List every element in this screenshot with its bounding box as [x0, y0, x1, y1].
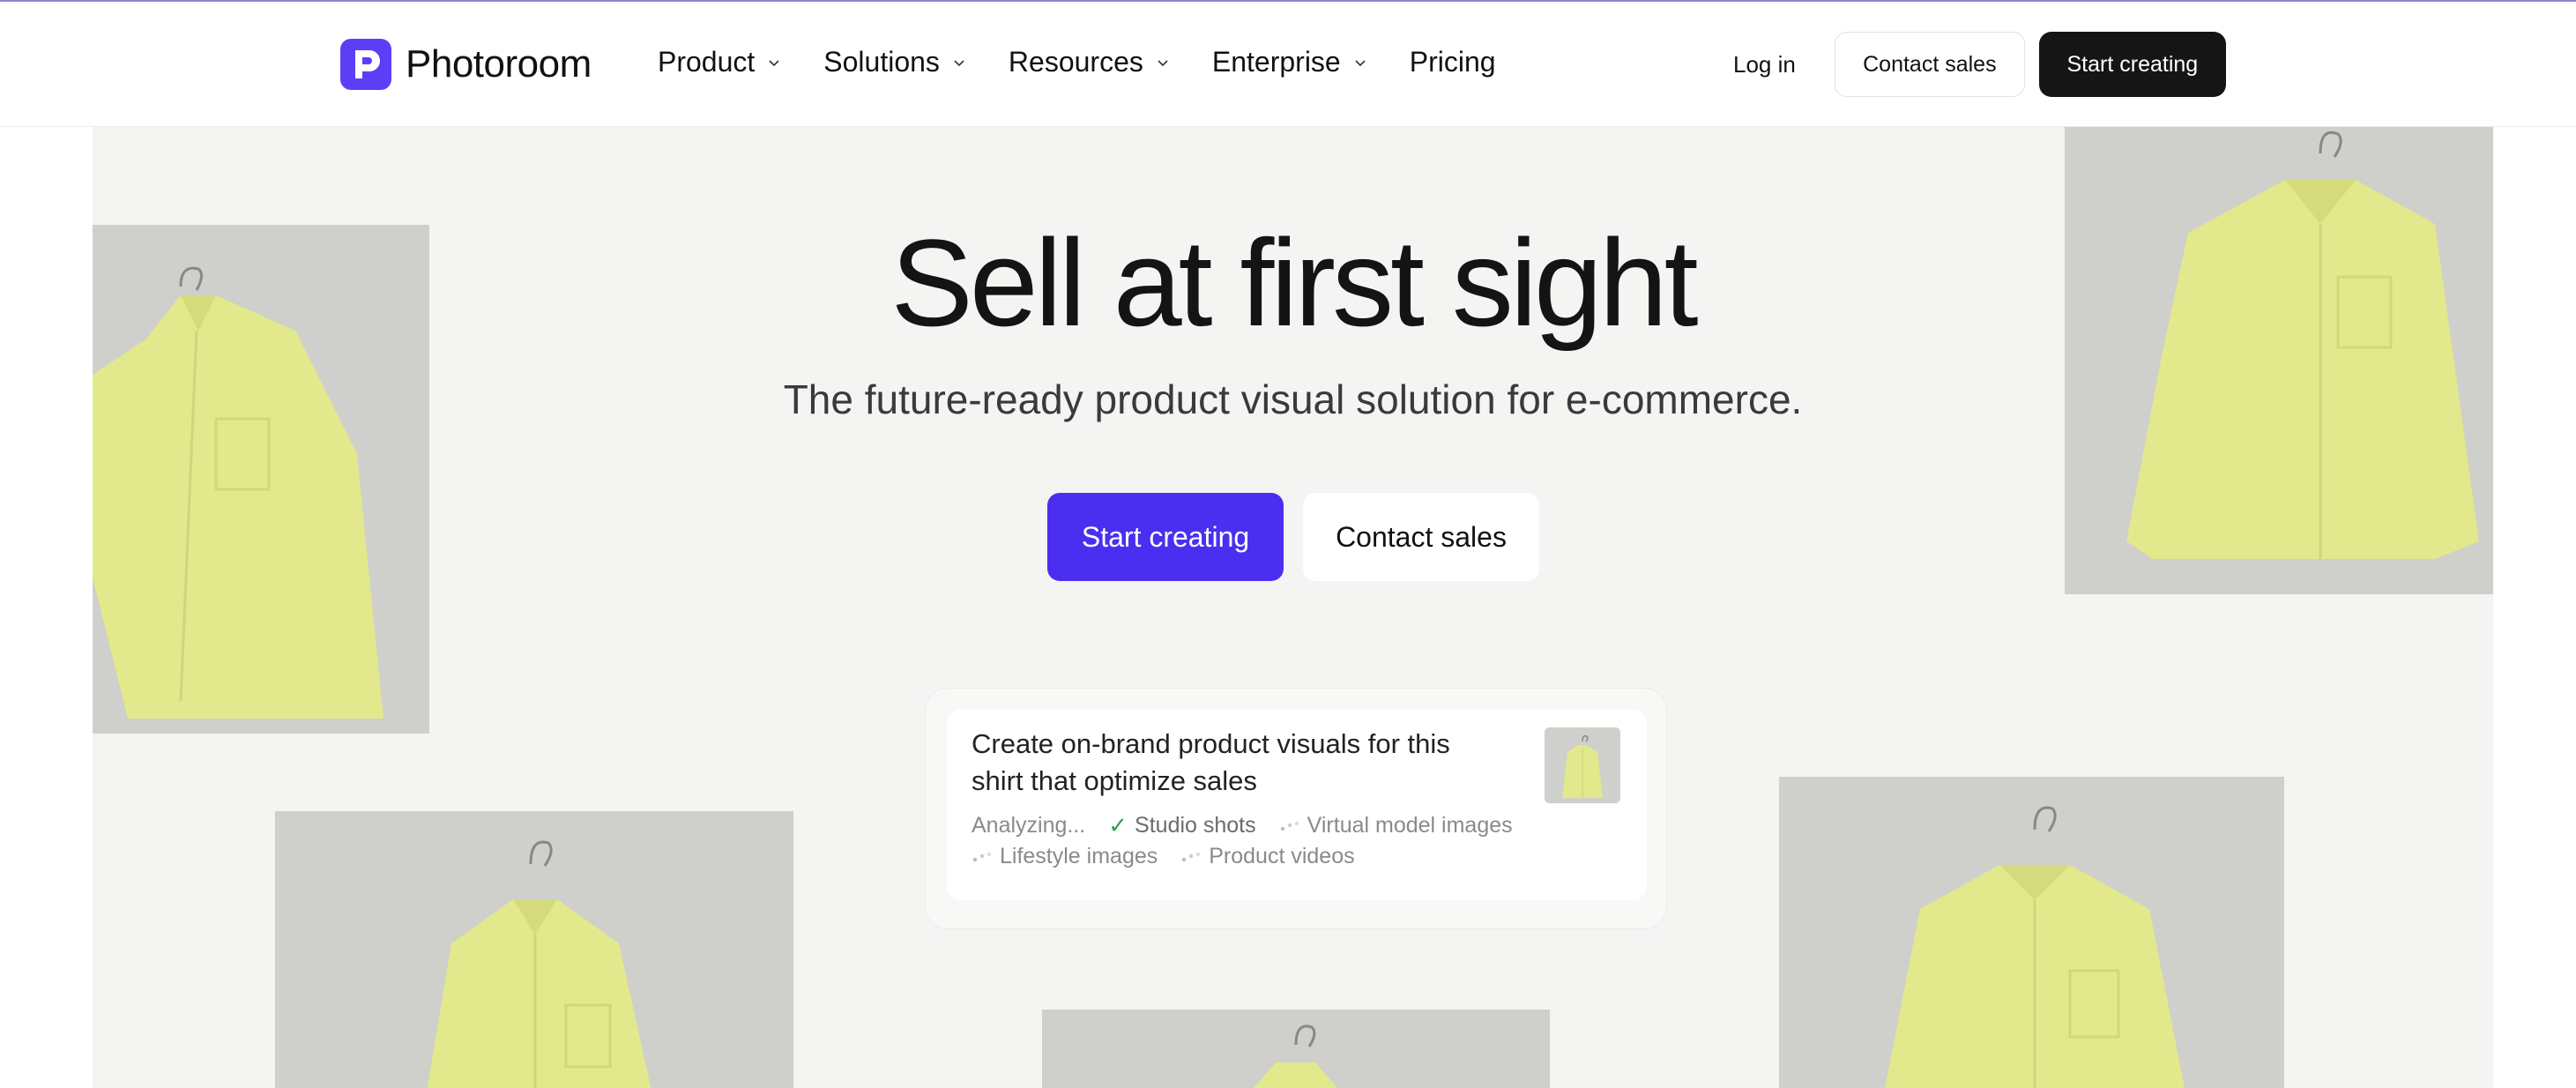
login-link[interactable]: Log in: [1733, 51, 1796, 78]
loading-dots-icon: [972, 852, 992, 861]
shirt-image: [1545, 727, 1620, 803]
chevron-down-icon: [1158, 59, 1168, 66]
status-row-1: Analyzing... ✓ Studio shots Virtual mode…: [972, 812, 1513, 839]
nav-solutions-label: Solutions: [823, 46, 940, 78]
hero-start-creating-button[interactable]: Start creating: [1047, 493, 1284, 581]
prompt-card: Create on-brand product visuals for this…: [925, 688, 1667, 929]
status-lifestyle-label: Lifestyle images: [1000, 844, 1158, 868]
shirt-photo-right-bottom: [1779, 777, 2284, 1088]
shirt-photo-right-top: [2065, 127, 2493, 594]
shirt-thumbnail: [1545, 727, 1620, 803]
status-studio-shots-label: Studio shots: [1135, 813, 1256, 838]
status-virtual-model: Virtual model images: [1279, 813, 1513, 838]
shirt-image: [2065, 127, 2493, 594]
prompt-text: Create on-brand product visuals for this…: [972, 728, 1450, 796]
hero-cta-row: Start creating Contact sales: [1047, 493, 1539, 581]
prompt-box: Create on-brand product visuals for this…: [947, 710, 1647, 900]
main-nav: Product Solutions Resources Enterprise P…: [658, 46, 1496, 78]
header-actions: Log in Contact sales Start creating: [1733, 32, 2226, 97]
check-icon: ✓: [1108, 812, 1128, 838]
shirt-image: [275, 811, 793, 1088]
status-lifestyle: Lifestyle images: [972, 844, 1158, 869]
shirt-photo-center-bottom: [1042, 1010, 1550, 1088]
loading-dots-icon: [1182, 852, 1201, 861]
nav-pricing-label: Pricing: [1409, 46, 1496, 78]
hero-contact-sales-button[interactable]: Contact sales: [1303, 493, 1539, 581]
brand-logo[interactable]: Photoroom: [340, 39, 592, 90]
nav-resources-label: Resources: [1008, 46, 1143, 78]
brand-name: Photoroom: [406, 42, 592, 86]
nav-enterprise[interactable]: Enterprise: [1212, 46, 1367, 78]
chevron-down-icon: [954, 59, 964, 66]
nav-product-label: Product: [658, 46, 756, 78]
status-analyzing: Analyzing...: [972, 813, 1086, 838]
site-header: Photoroom Product Solutions Resources En…: [0, 2, 2576, 127]
hero-subtitle: The future-ready product visual solution…: [783, 376, 1803, 422]
nav-solutions[interactable]: Solutions: [823, 46, 966, 78]
nav-pricing[interactable]: Pricing: [1410, 46, 1496, 78]
shirt-photo-left-bottom: [275, 811, 793, 1088]
status-row-2: Lifestyle images Product videos: [972, 844, 1355, 869]
chevron-down-icon: [1355, 59, 1366, 66]
nav-resources[interactable]: Resources: [1009, 46, 1170, 78]
status-product-videos: Product videos: [1180, 844, 1355, 869]
hero-section: Sell at first sight The future-ready pro…: [93, 127, 2493, 1088]
shirt-image: [1779, 777, 2284, 1088]
nav-enterprise-label: Enterprise: [1211, 46, 1341, 78]
photoroom-logo-icon: [340, 39, 391, 90]
contact-sales-button[interactable]: Contact sales: [1834, 32, 2025, 97]
status-product-videos-label: Product videos: [1209, 844, 1355, 868]
start-creating-button[interactable]: Start creating: [2038, 32, 2226, 97]
shirt-image: [1042, 1010, 1550, 1088]
nav-product[interactable]: Product: [658, 46, 781, 78]
loading-dots-icon: [1280, 821, 1299, 831]
hero-title: Sell at first sight: [890, 213, 1698, 352]
status-studio-shots: ✓ Studio shots: [1108, 812, 1255, 839]
status-virtual-model-label: Virtual model images: [1307, 813, 1513, 838]
chevron-down-icon: [769, 59, 779, 66]
